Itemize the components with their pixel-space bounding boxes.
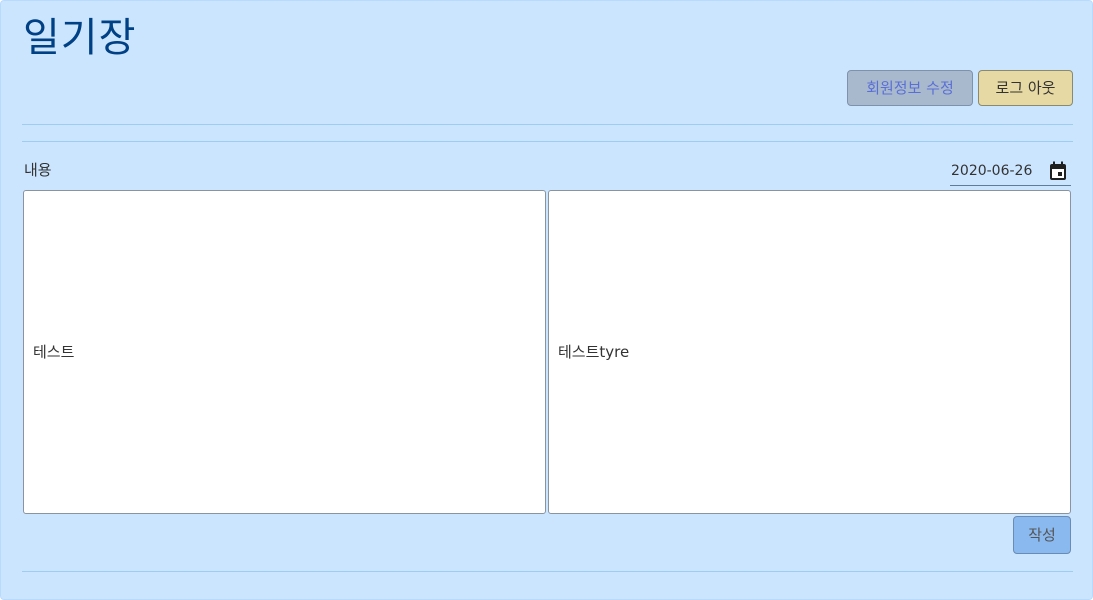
calendar-icon[interactable] (1049, 161, 1067, 181)
diary-panel: 일기장 회원정보 수정 로그 아웃 내용 2020-06-26 테스트 테스트t… (0, 0, 1093, 600)
submit-button[interactable]: 작성 (1013, 516, 1071, 554)
textarea-left-text: 테스트 (33, 343, 75, 361)
diary-textarea-right[interactable]: 테스트tyre (548, 190, 1071, 514)
divider (22, 141, 1073, 142)
date-input[interactable]: 2020-06-26 (950, 157, 1071, 186)
logout-button[interactable]: 로그 아웃 (978, 70, 1073, 106)
content-label: 내용 (24, 161, 52, 179)
divider (22, 571, 1073, 572)
page-title: 일기장 (23, 15, 137, 61)
textarea-right-text: 테스트tyre (558, 343, 630, 361)
date-value: 2020-06-26 (951, 163, 1033, 179)
edit-profile-button[interactable]: 회원정보 수정 (847, 70, 973, 106)
divider (22, 124, 1073, 125)
diary-textarea-left[interactable]: 테스트 (23, 190, 546, 514)
